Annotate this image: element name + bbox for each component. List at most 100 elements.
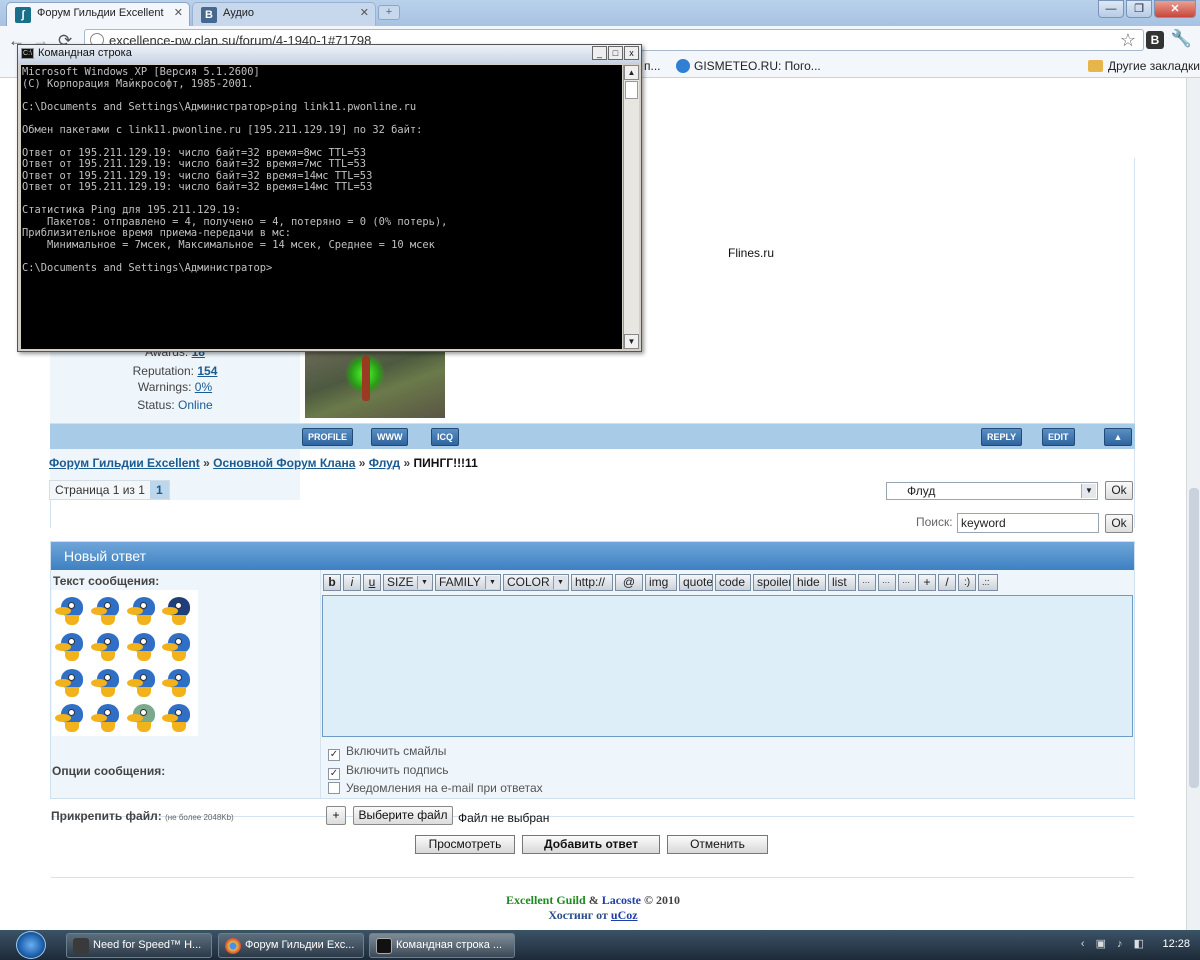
maximize-button[interactable]: ❐: [1126, 0, 1152, 18]
smiley-icon[interactable]: [90, 593, 124, 626]
other-bookmarks[interactable]: Другие закладки: [1088, 59, 1200, 73]
email-button[interactable]: @: [615, 574, 643, 591]
smiley-icon[interactable]: [126, 593, 160, 626]
scroll-top-button[interactable]: ▲: [1104, 428, 1132, 446]
start-button[interactable]: [16, 931, 46, 959]
cmd-scrollbar[interactable]: ▲ ▼: [623, 65, 639, 349]
list-button[interactable]: list: [828, 574, 856, 591]
vk-extension-icon[interactable]: B: [1146, 31, 1164, 49]
taskbar-item-cmd[interactable]: Командная строка ...: [369, 933, 515, 958]
close-icon[interactable]: ✕: [174, 6, 183, 19]
bold-button[interactable]: b: [323, 574, 341, 591]
option-signature[interactable]: ✓ Включить подпись: [328, 763, 449, 780]
taskbar-item-chrome[interactable]: Форум Гильдии Exc...: [218, 933, 364, 958]
cmd-window[interactable]: C:\ Командная строка _ □ x Microsoft Win…: [17, 44, 642, 352]
edit-button[interactable]: EDIT: [1042, 428, 1075, 446]
smiley-icon[interactable]: [162, 593, 195, 626]
cmd-scroll-thumb[interactable]: [625, 81, 638, 99]
quote-button[interactable]: quote: [679, 574, 713, 591]
preview-button[interactable]: Просмотреть: [415, 835, 515, 854]
smiley-icon[interactable]: [55, 665, 88, 698]
scroll-down-icon[interactable]: ▼: [624, 334, 639, 349]
img-button[interactable]: img: [645, 574, 677, 591]
url-button[interactable]: http://: [571, 574, 613, 591]
profile-button[interactable]: PROFILE: [302, 428, 354, 446]
smiley-icon[interactable]: [162, 665, 195, 698]
smiley-icon[interactable]: [90, 700, 124, 733]
size-select[interactable]: SIZE: [383, 574, 433, 591]
tab-forum[interactable]: ʃ Форум Гильдии Excellent ✕: [6, 2, 190, 26]
scroll-up-icon[interactable]: ▲: [624, 65, 639, 80]
www-button[interactable]: WWW: [371, 428, 409, 446]
hide-button[interactable]: hide: [793, 574, 826, 591]
reputation-link[interactable]: 154: [197, 364, 217, 378]
taskbar-item-nfs[interactable]: Need for Speed™ H...: [66, 933, 212, 958]
checkbox[interactable]: ✓: [328, 768, 340, 780]
cmd-minimize-button[interactable]: _: [592, 46, 607, 60]
scrollbar-thumb[interactable]: [1189, 488, 1199, 788]
more-button[interactable]: .::: [978, 574, 998, 591]
smiley-icon[interactable]: [126, 700, 160, 733]
cancel-button[interactable]: Отменить: [667, 835, 768, 854]
cmd-titlebar[interactable]: C:\ Командная строка _ □ x: [18, 45, 641, 63]
close-button[interactable]: ✕: [1154, 0, 1196, 18]
bookmark-gismeteo[interactable]: GISMETEO.RU: Пого...: [676, 59, 821, 73]
breadcrumb-link[interactable]: Флуд: [369, 456, 400, 470]
chevron-down-icon[interactable]: ▼: [1081, 484, 1096, 498]
add-file-button[interactable]: +: [326, 806, 346, 825]
italic-button[interactable]: i: [343, 574, 361, 591]
cmd-maximize-button[interactable]: □: [608, 46, 623, 60]
spoiler-button[interactable]: spoiler: [753, 574, 791, 591]
cmd-output[interactable]: Microsoft Windows XP [Версия 5.1.2600] (С…: [21, 65, 622, 349]
cmd-close-button[interactable]: x: [624, 46, 639, 60]
slash-button[interactable]: /: [938, 574, 956, 591]
smiley-icon[interactable]: [126, 629, 160, 662]
list-item-button[interactable]: ···: [878, 574, 896, 591]
color-select[interactable]: COLOR: [503, 574, 569, 591]
tab-audio[interactable]: B Аудио ✕: [192, 2, 376, 26]
list-item-button[interactable]: ···: [898, 574, 916, 591]
page-number[interactable]: 1: [149, 481, 169, 499]
smiley-icon[interactable]: [162, 629, 195, 662]
option-email-notify[interactable]: Уведомления на e-mail при ответах: [328, 781, 543, 795]
system-tray-icons[interactable]: ‹ ▣ ♪ ◧: [1081, 937, 1148, 950]
smiley-icon[interactable]: [55, 629, 88, 662]
breadcrumb-link[interactable]: Форум Гильдии Excellent: [49, 456, 200, 470]
warnings-link[interactable]: 0%: [195, 380, 212, 394]
plus-button[interactable]: +: [918, 574, 936, 591]
list-item-button[interactable]: ···: [858, 574, 876, 591]
option-smilies[interactable]: ✓ Включить смайлы: [328, 744, 446, 761]
checkbox[interactable]: ✓: [328, 749, 340, 761]
minimize-button[interactable]: —: [1098, 0, 1124, 18]
wrench-menu-icon[interactable]: 🔧: [1171, 29, 1192, 49]
smiley-icon[interactable]: [90, 629, 124, 662]
smiley-icon[interactable]: [162, 700, 195, 733]
code-button[interactable]: code: [715, 574, 751, 591]
message-textarea[interactable]: [322, 595, 1133, 737]
search-ok-button[interactable]: Ok: [1105, 514, 1133, 533]
smiley-icon[interactable]: [55, 593, 88, 626]
underline-button[interactable]: u: [363, 574, 381, 591]
breadcrumb-link[interactable]: Основной Форум Клана: [213, 456, 355, 470]
bookmark-star-icon[interactable]: ☆: [1120, 30, 1136, 51]
family-select[interactable]: FAMILY: [435, 574, 501, 591]
bookmark-item[interactable]: п...: [644, 59, 661, 73]
jump-ok-button[interactable]: Ok: [1105, 481, 1133, 500]
checkbox[interactable]: [328, 782, 340, 794]
clock[interactable]: 12:28: [1162, 938, 1190, 950]
submit-reply-button[interactable]: Добавить ответ: [522, 835, 660, 854]
smiley-icon[interactable]: [126, 665, 160, 698]
search-input[interactable]: keyword: [957, 513, 1099, 533]
page-scrollbar[interactable]: [1186, 78, 1200, 930]
smiley-icon[interactable]: [55, 700, 88, 733]
reply-button[interactable]: REPLY: [981, 428, 1023, 446]
choose-file-button[interactable]: Выберите файл: [353, 806, 453, 825]
new-tab-button[interactable]: +: [378, 5, 400, 20]
smiley-button[interactable]: :): [958, 574, 976, 591]
ucoz-link[interactable]: uCoz: [611, 908, 638, 922]
smiley-icon[interactable]: [90, 665, 124, 698]
close-icon[interactable]: ✕: [360, 6, 369, 19]
icq-button[interactable]: ICQ: [431, 428, 460, 446]
forum-jump-select[interactable]: Флуд ▼: [886, 482, 1098, 500]
cmd-line: [22, 136, 622, 148]
